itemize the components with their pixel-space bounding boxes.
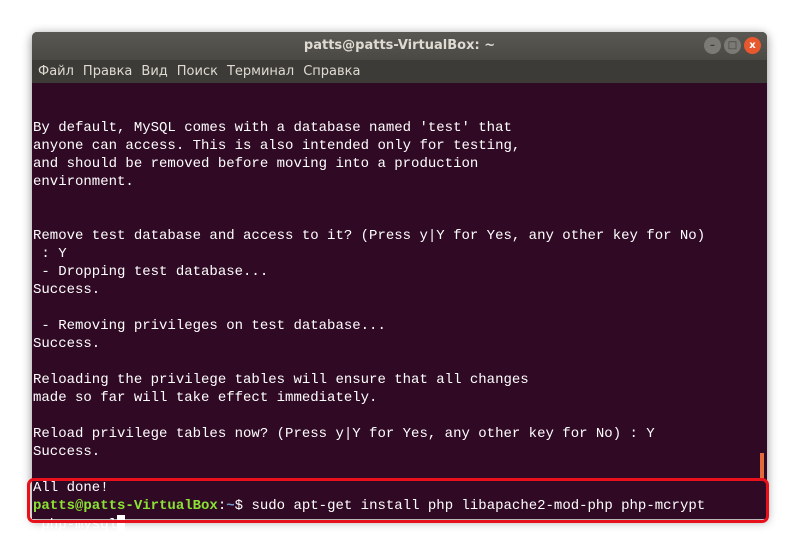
output-line: made so far will take effect immediately…: [33, 390, 378, 406]
menu-view[interactable]: Вид: [141, 64, 167, 79]
scrollbar[interactable]: [760, 83, 765, 519]
close-button[interactable]: x: [744, 37, 761, 54]
output-line: By default, MySQL comes with a database …: [33, 120, 512, 136]
minimize-button[interactable]: –: [704, 37, 721, 54]
menu-bar: Файл Правка Вид Поиск Терминал Справка: [32, 60, 767, 83]
output-line: Success.: [33, 336, 101, 352]
terminal-output[interactable]: By default, MySQL comes with a database …: [33, 83, 759, 533]
output-line: Success.: [33, 282, 101, 298]
menu-search[interactable]: Поиск: [177, 64, 218, 79]
terminal-window: patts@patts-VirtualBox: ~ – □ x Файл Правка…: [32, 32, 767, 533]
menu-file[interactable]: Файл: [38, 64, 74, 79]
menu-edit[interactable]: Правка: [83, 64, 132, 79]
output-line: and should be removed before moving into…: [33, 156, 479, 172]
maximize-button[interactable]: □: [724, 37, 741, 54]
window-title: patts@patts-VirtualBox: ~: [303, 38, 496, 53]
output-line: - Dropping test database...: [33, 264, 269, 280]
highlight-box: [27, 478, 769, 523]
output-line: anyone can access. This is also intended…: [33, 138, 521, 154]
scrollbar-thumb[interactable]: [760, 453, 764, 481]
menu-terminal[interactable]: Терминал: [227, 64, 294, 79]
output-line: Remove test database and access to it? (…: [33, 228, 706, 244]
output-line: - Removing privileges on test database..…: [33, 318, 386, 334]
output-line: Success.: [33, 444, 101, 460]
menu-help[interactable]: Справка: [303, 64, 360, 79]
output-line: environment.: [33, 174, 134, 190]
output-line: : Y: [33, 246, 67, 262]
output-line: Reload privilege tables now? (Press y|Y …: [33, 426, 655, 442]
output-line: Reloading the privilege tables will ensu…: [33, 372, 529, 388]
title-bar[interactable]: patts@patts-VirtualBox: ~ – □ x: [32, 32, 767, 60]
